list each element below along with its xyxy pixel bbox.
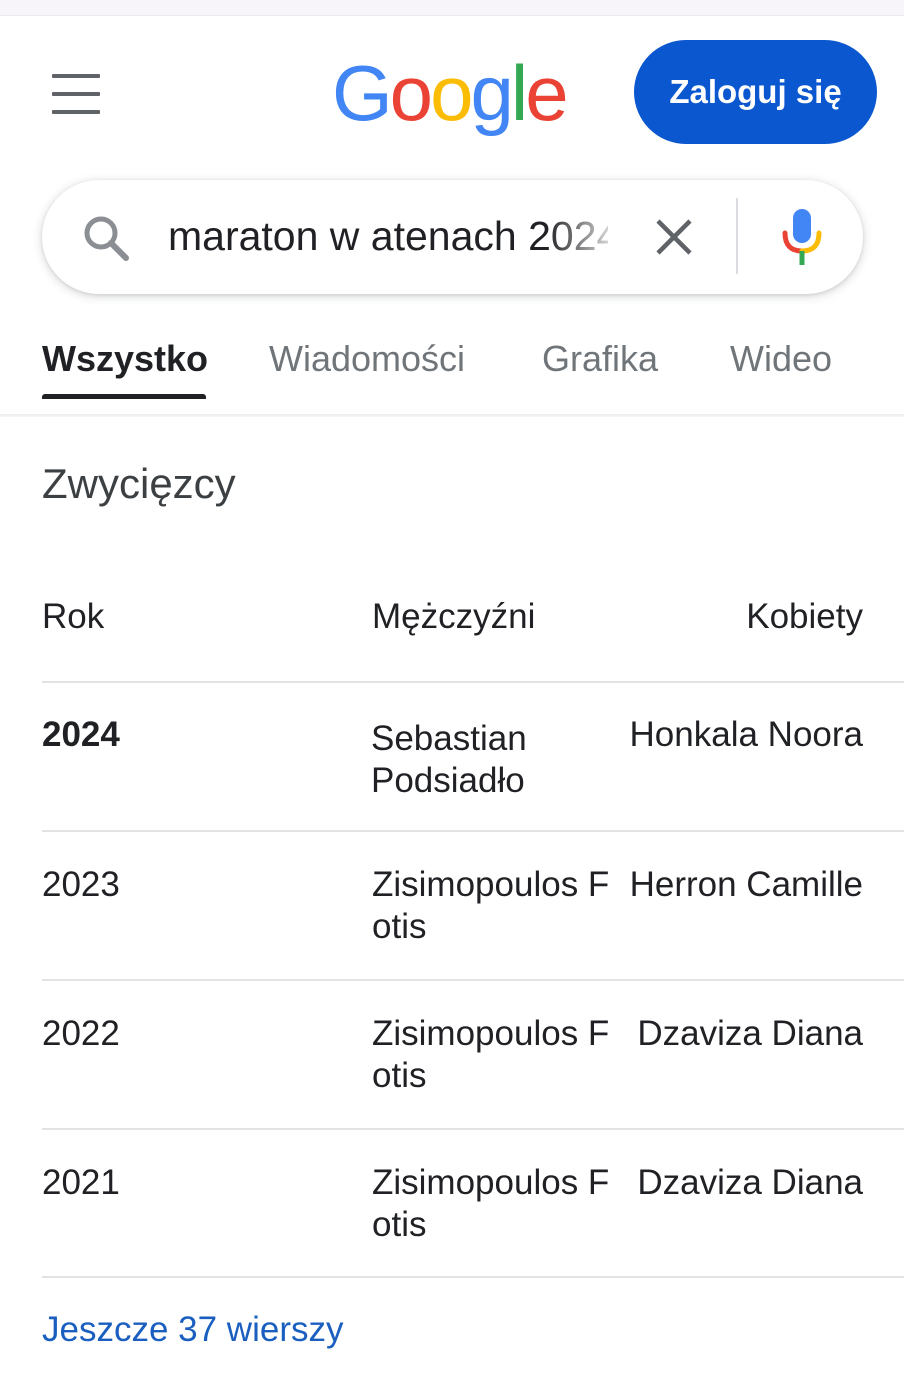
- tab-images[interactable]: Grafika: [542, 338, 658, 398]
- active-tab-indicator: [42, 394, 206, 399]
- table-cell-men: Zisimopoulos Fotis: [372, 1163, 610, 1244]
- menu-button[interactable]: [52, 74, 104, 114]
- more-rows-link[interactable]: Jeszcze 37 wierszy: [42, 1310, 343, 1350]
- table-cell-year: 2022: [42, 1014, 120, 1053]
- google-logo[interactable]: Google: [330, 48, 570, 144]
- tabs-divider: [0, 414, 904, 417]
- microphone-icon[interactable]: [780, 207, 824, 267]
- search-input[interactable]: [168, 206, 608, 266]
- table-divider: [42, 1276, 904, 1278]
- table-divider: [42, 681, 904, 683]
- search-icon[interactable]: [80, 212, 132, 264]
- section-title: Zwycięzcy: [42, 460, 236, 507]
- table-cell-women: Dzaviza Diana: [637, 1163, 863, 1202]
- menu-icon-bar: [52, 74, 100, 78]
- table-divider: [42, 979, 904, 981]
- table-divider: [42, 1128, 904, 1130]
- column-header-women: Kobiety: [746, 597, 863, 636]
- column-header-year: Rok: [42, 597, 105, 636]
- search-divider: [736, 198, 738, 274]
- close-icon[interactable]: [652, 215, 696, 259]
- sign-in-button[interactable]: Zaloguj się: [634, 40, 877, 144]
- table-cell-year: 2021: [42, 1163, 120, 1202]
- search-results-page: Google Zaloguj się Wszystko Wiadomości G…: [0, 0, 904, 1389]
- table-cell-men: Sebastian Podsiadło: [371, 719, 527, 800]
- tab-videos[interactable]: Wideo: [730, 338, 832, 398]
- table-divider: [42, 830, 904, 832]
- menu-icon-bar: [52, 92, 100, 96]
- tab-all[interactable]: Wszystko: [42, 338, 208, 398]
- table-cell-women: Dzaviza Diana: [637, 1014, 863, 1053]
- table-cell-women: Honkala Noora: [629, 715, 863, 754]
- menu-icon-bar: [52, 110, 100, 114]
- column-header-men: Mężczyźni: [372, 597, 536, 636]
- tab-news[interactable]: Wiadomości: [269, 338, 465, 398]
- svg-text:Google: Google: [332, 49, 566, 137]
- status-strip: [0, 0, 904, 16]
- table-cell-year: 2024: [42, 715, 120, 754]
- table-cell-year: 2023: [42, 865, 120, 904]
- table-cell-men: Zisimopoulos Fotis: [372, 1014, 610, 1095]
- table-cell-women: Herron Camille: [629, 865, 863, 904]
- table-cell-men: Zisimopoulos Fotis: [372, 865, 610, 946]
